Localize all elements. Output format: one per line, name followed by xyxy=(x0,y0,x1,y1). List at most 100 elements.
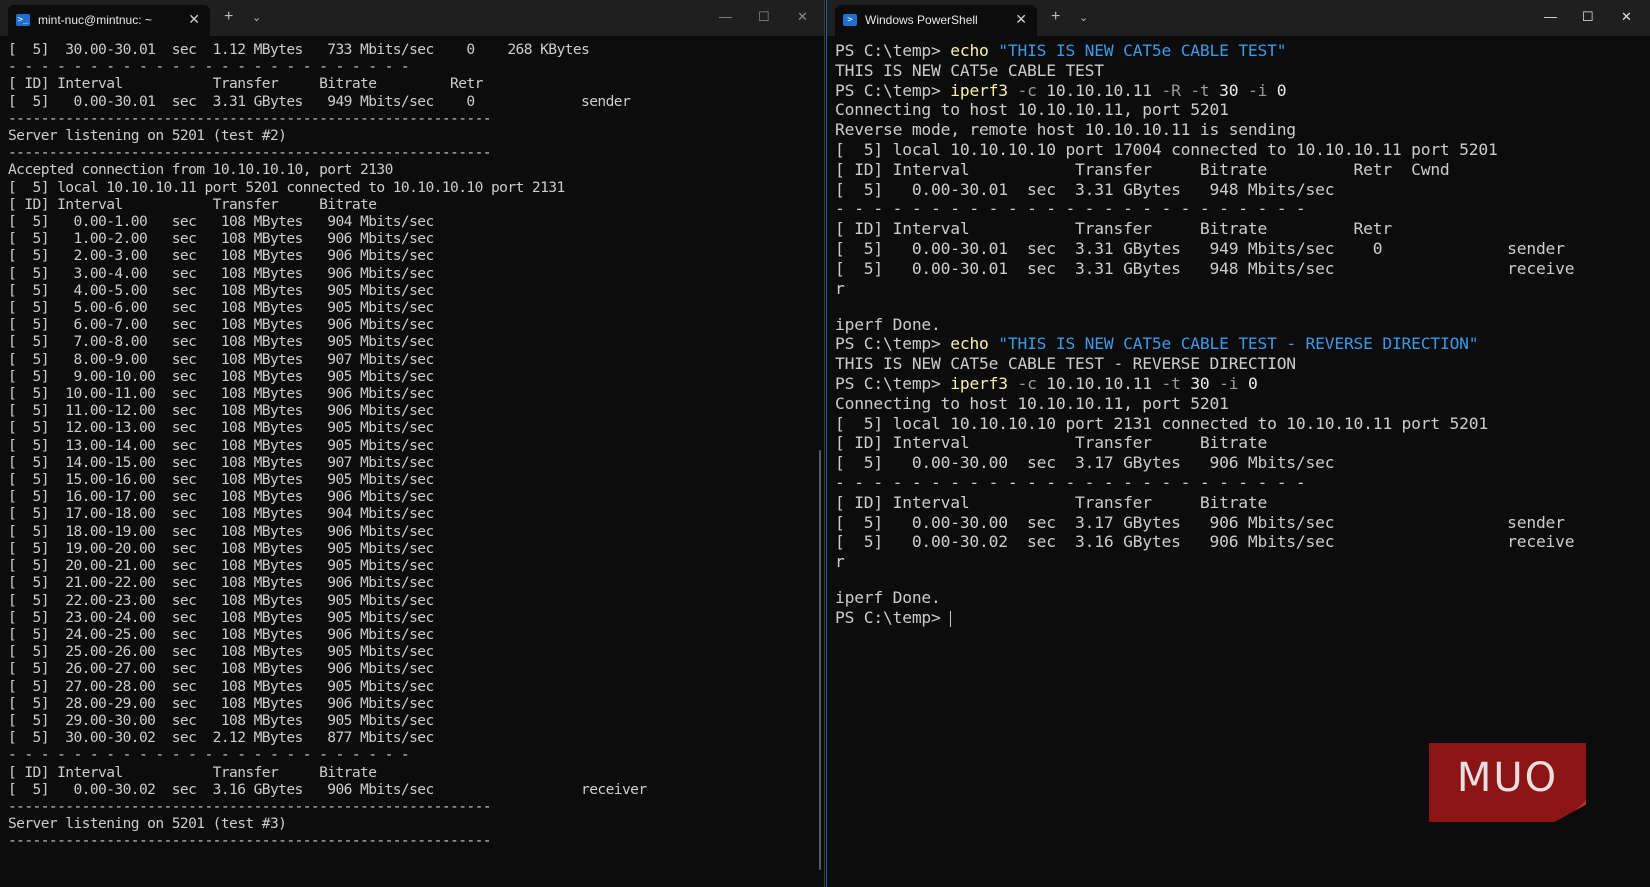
terminal-line: [ 5] 25.00-26.00 sec 108 MBytes 905 Mbit… xyxy=(8,643,434,661)
terminal-line: Server listening on 5201 (test #2) xyxy=(8,127,287,145)
terminal-line: [ 5] 28.00-29.00 sec 108 MBytes 906 Mbit… xyxy=(8,694,434,712)
new-tab-button[interactable]: + xyxy=(1051,8,1060,26)
line-segment: Connecting to host 10.10.10.11, port 520… xyxy=(835,100,1229,120)
terminal-line: [ 5] 19.00-20.00 sec 108 MBytes 905 Mbit… xyxy=(8,539,434,557)
line-segment: [ ID] Interval Transfer Bitrate xyxy=(835,433,1268,453)
terminal-line: Reverse mode, remote host 10.10.10.11 is… xyxy=(835,120,1640,140)
terminal-line: [ 5] 5.00-6.00 sec 108 MBytes 905 Mbits/… xyxy=(8,299,434,317)
line-segment: Reverse mode, remote host 10.10.10.11 is… xyxy=(835,120,1296,140)
terminal-line: [ 5] local 10.10.10.11 port 5201 connect… xyxy=(8,178,565,196)
new-tab-button[interactable]: + xyxy=(224,8,233,26)
line-segment: -R xyxy=(1161,80,1181,100)
minimize-button[interactable]: — xyxy=(1544,9,1557,24)
line-segment: -t xyxy=(1161,374,1181,394)
minimize-button[interactable]: — xyxy=(719,9,732,24)
terminal-line: THIS IS NEW CAT5e CABLE TEST - REVERSE D… xyxy=(835,354,1640,374)
scrollbar[interactable] xyxy=(819,450,821,870)
line-segment: [ 5] 0.00-30.00 sec 3.17 GBytes 906 Mbit… xyxy=(835,512,1565,532)
title-bar: >_ mint-nuc@mintnuc: ~ ✕ + ⌄ — ☐ ✕ xyxy=(0,0,824,36)
terminal-line: PS C:\temp> echo "THIS IS NEW CAT5e CABL… xyxy=(835,334,1640,354)
terminal-line: PS C:\temp> iperf3 -c 10.10.10.11 -t 30 … xyxy=(835,374,1640,394)
line-segment: [ 5] 0.00-30.01 sec 3.31 GBytes 948 Mbit… xyxy=(835,258,1575,278)
line-segment: [ 5] 0.00-30.01 sec 3.31 GBytes 948 Mbit… xyxy=(835,179,1335,199)
line-segment: PS C:\temp> xyxy=(835,80,951,100)
close-window-button[interactable]: ✕ xyxy=(1621,9,1632,25)
terminal-line: [ 5] 0.00-30.01 sec 3.31 GBytes 948 Mbit… xyxy=(835,180,1640,200)
line-segment: [ 5] local 10.10.10.10 port 17004 connec… xyxy=(835,139,1498,159)
line-segment: [ 5] 0.00-30.01 sec 3.31 GBytes 949 Mbit… xyxy=(835,238,1565,258)
terminal-line: Accepted connection from 10.10.10.10, po… xyxy=(8,161,393,179)
terminal-line: [ 5] 4.00-5.00 sec 108 MBytes 905 Mbits/… xyxy=(8,281,434,299)
terminal-line: [ 5] 24.00-25.00 sec 108 MBytes 906 Mbit… xyxy=(8,625,434,643)
muo-logo: MUO xyxy=(1429,743,1586,822)
terminal-line: [ ID] Interval Transfer Bitrate xyxy=(8,195,377,213)
terminal-line: [ 5] 26.00-27.00 sec 108 MBytes 906 Mbit… xyxy=(8,660,434,678)
terminal-line: - - - - - - - - - - - - - - - - - - - - … xyxy=(835,473,1640,493)
line-segment xyxy=(1181,81,1191,100)
terminal-line: [ 5] 0.00-30.01 sec 3.31 GBytes 948 Mbit… xyxy=(835,259,1640,279)
line-segment: echo xyxy=(950,41,989,60)
line-segment: PS C:\temp> xyxy=(835,374,951,394)
terminal-line: [ 5] 13.00-14.00 sec 108 MBytes 905 Mbit… xyxy=(8,436,434,454)
terminal-line: [ 5] 0.00-30.02 sec 3.16 GBytes 906 Mbit… xyxy=(8,780,647,798)
line-segment: echo xyxy=(950,334,989,354)
maximize-button[interactable]: ☐ xyxy=(758,9,770,25)
line-segment: r xyxy=(835,552,845,572)
terminal-line: [ 5] 29.00-30.00 sec 108 MBytes 905 Mbit… xyxy=(8,711,434,729)
terminal-line: [ 5] 20.00-21.00 sec 108 MBytes 905 Mbit… xyxy=(8,557,434,575)
terminal-line: [ 5] 10.00-11.00 sec 108 MBytes 906 Mbit… xyxy=(8,385,434,403)
terminal-line: [ 5] 7.00-8.00 sec 108 MBytes 905 Mbits/… xyxy=(8,333,434,351)
terminal-line: Connecting to host 10.10.10.11, port 520… xyxy=(835,394,1640,414)
terminal-line: [ 5] 30.00-30.01 sec 1.12 MBytes 733 Mbi… xyxy=(8,41,590,58)
terminal-line: [ 5] 11.00-12.00 sec 108 MBytes 906 Mbit… xyxy=(8,402,434,420)
terminal-line: [ 5] 14.00-15.00 sec 108 MBytes 907 Mbit… xyxy=(8,453,434,471)
line-segment: "THIS IS NEW CAT5e CABLE TEST - REVERSE … xyxy=(998,334,1479,354)
terminal-line: [ ID] Interval Transfer Bitrate xyxy=(8,763,377,781)
close-tab-icon[interactable]: ✕ xyxy=(1015,11,1027,28)
terminal-line: ----------------------------------------… xyxy=(8,832,492,850)
tab-terminal[interactable]: >_ mint-nuc@mintnuc: ~ ✕ xyxy=(8,5,210,36)
terminal-line: [ 5] 6.00-7.00 sec 108 MBytes 906 Mbits/… xyxy=(8,316,434,334)
close-window-button[interactable]: ✕ xyxy=(797,9,808,25)
line-segment xyxy=(989,41,999,60)
terminal-line: [ 5] local 10.10.10.10 port 17004 connec… xyxy=(835,140,1640,160)
terminal-line: r xyxy=(835,279,1640,299)
terminal-line: [ ID] Interval Transfer Bitrate Retr xyxy=(8,75,483,93)
line-segment: [ 5] 0.00-30.00 sec 3.17 GBytes 906 Mbit… xyxy=(835,453,1335,473)
line-segment: "THIS IS NEW CAT5e CABLE TEST" xyxy=(998,41,1287,60)
line-segment: iperf3 xyxy=(950,80,1008,100)
close-tab-icon[interactable]: ✕ xyxy=(188,11,200,28)
maximize-button[interactable]: ☐ xyxy=(1582,9,1594,25)
terminal-line: [ 5] 9.00-10.00 sec 108 MBytes 905 Mbits… xyxy=(8,367,434,385)
terminal-line: [ 5] 22.00-23.00 sec 108 MBytes 905 Mbit… xyxy=(8,591,434,609)
terminal-output[interactable]: [ 5] 30.00-30.01 sec 1.12 MBytes 733 Mbi… xyxy=(8,41,814,887)
line-segment: PS C:\temp> xyxy=(835,41,951,60)
terminal-line: [ 5] 18.00-19.00 sec 108 MBytes 906 Mbit… xyxy=(8,522,434,540)
line-segment: 0 xyxy=(1267,80,1287,100)
tab-powershell[interactable]: > Windows PowerShell ✕ xyxy=(835,5,1037,36)
terminal-line: iperf Done. xyxy=(835,315,1640,335)
watermark-text: MUO xyxy=(1456,755,1559,801)
line-segment: iperf Done. xyxy=(835,588,941,608)
terminal-line: [ 5] 0.00-30.00 sec 3.17 GBytes 906 Mbit… xyxy=(835,453,1640,473)
terminal-line: - - - - - - - - - - - - - - - - - - - - … xyxy=(8,746,410,764)
line-segment: -i xyxy=(1247,80,1268,100)
terminal-line: PS C:\temp> iperf3 -c 10.10.10.11 -R -t … xyxy=(835,81,1640,101)
terminal-line: - - - - - - - - - - - - - - - - - - - - … xyxy=(835,199,1640,219)
line-segment: -c xyxy=(1007,80,1037,100)
terminal-line: - - - - - - - - - - - - - - - - - - - - … xyxy=(8,58,410,76)
terminal-line: [ 5] 12.00-13.00 sec 108 MBytes 905 Mbit… xyxy=(8,419,434,437)
terminal-line: [ ID] Interval Transfer Bitrate Retr xyxy=(835,219,1640,239)
terminal-line: ----------------------------------------… xyxy=(8,109,492,127)
chevron-down-icon[interactable]: ⌄ xyxy=(1079,11,1088,24)
line-segment: [ ID] Interval Transfer Bitrate Retr xyxy=(835,219,1392,239)
terminal-line: [ 5] 21.00-22.00 sec 108 MBytes 906 Mbit… xyxy=(8,574,434,592)
line-segment: 0 xyxy=(1238,374,1258,394)
terminal-line: [ 5] 15.00-16.00 sec 108 MBytes 905 Mbit… xyxy=(8,471,434,489)
line-segment: [ 5] 0.00-30.02 sec 3.16 GBytes 906 Mbit… xyxy=(835,532,1575,552)
terminal-line: [ 5] 30.00-30.02 sec 2.12 MBytes 877 Mbi… xyxy=(8,729,434,747)
terminal-line: [ 5] 16.00-17.00 sec 108 MBytes 906 Mbit… xyxy=(8,488,434,506)
terminal-line: [ 5] 0.00-1.00 sec 108 MBytes 904 Mbits/… xyxy=(8,213,434,231)
chevron-down-icon[interactable]: ⌄ xyxy=(252,11,261,24)
terminal-line: ----------------------------------------… xyxy=(8,144,492,162)
